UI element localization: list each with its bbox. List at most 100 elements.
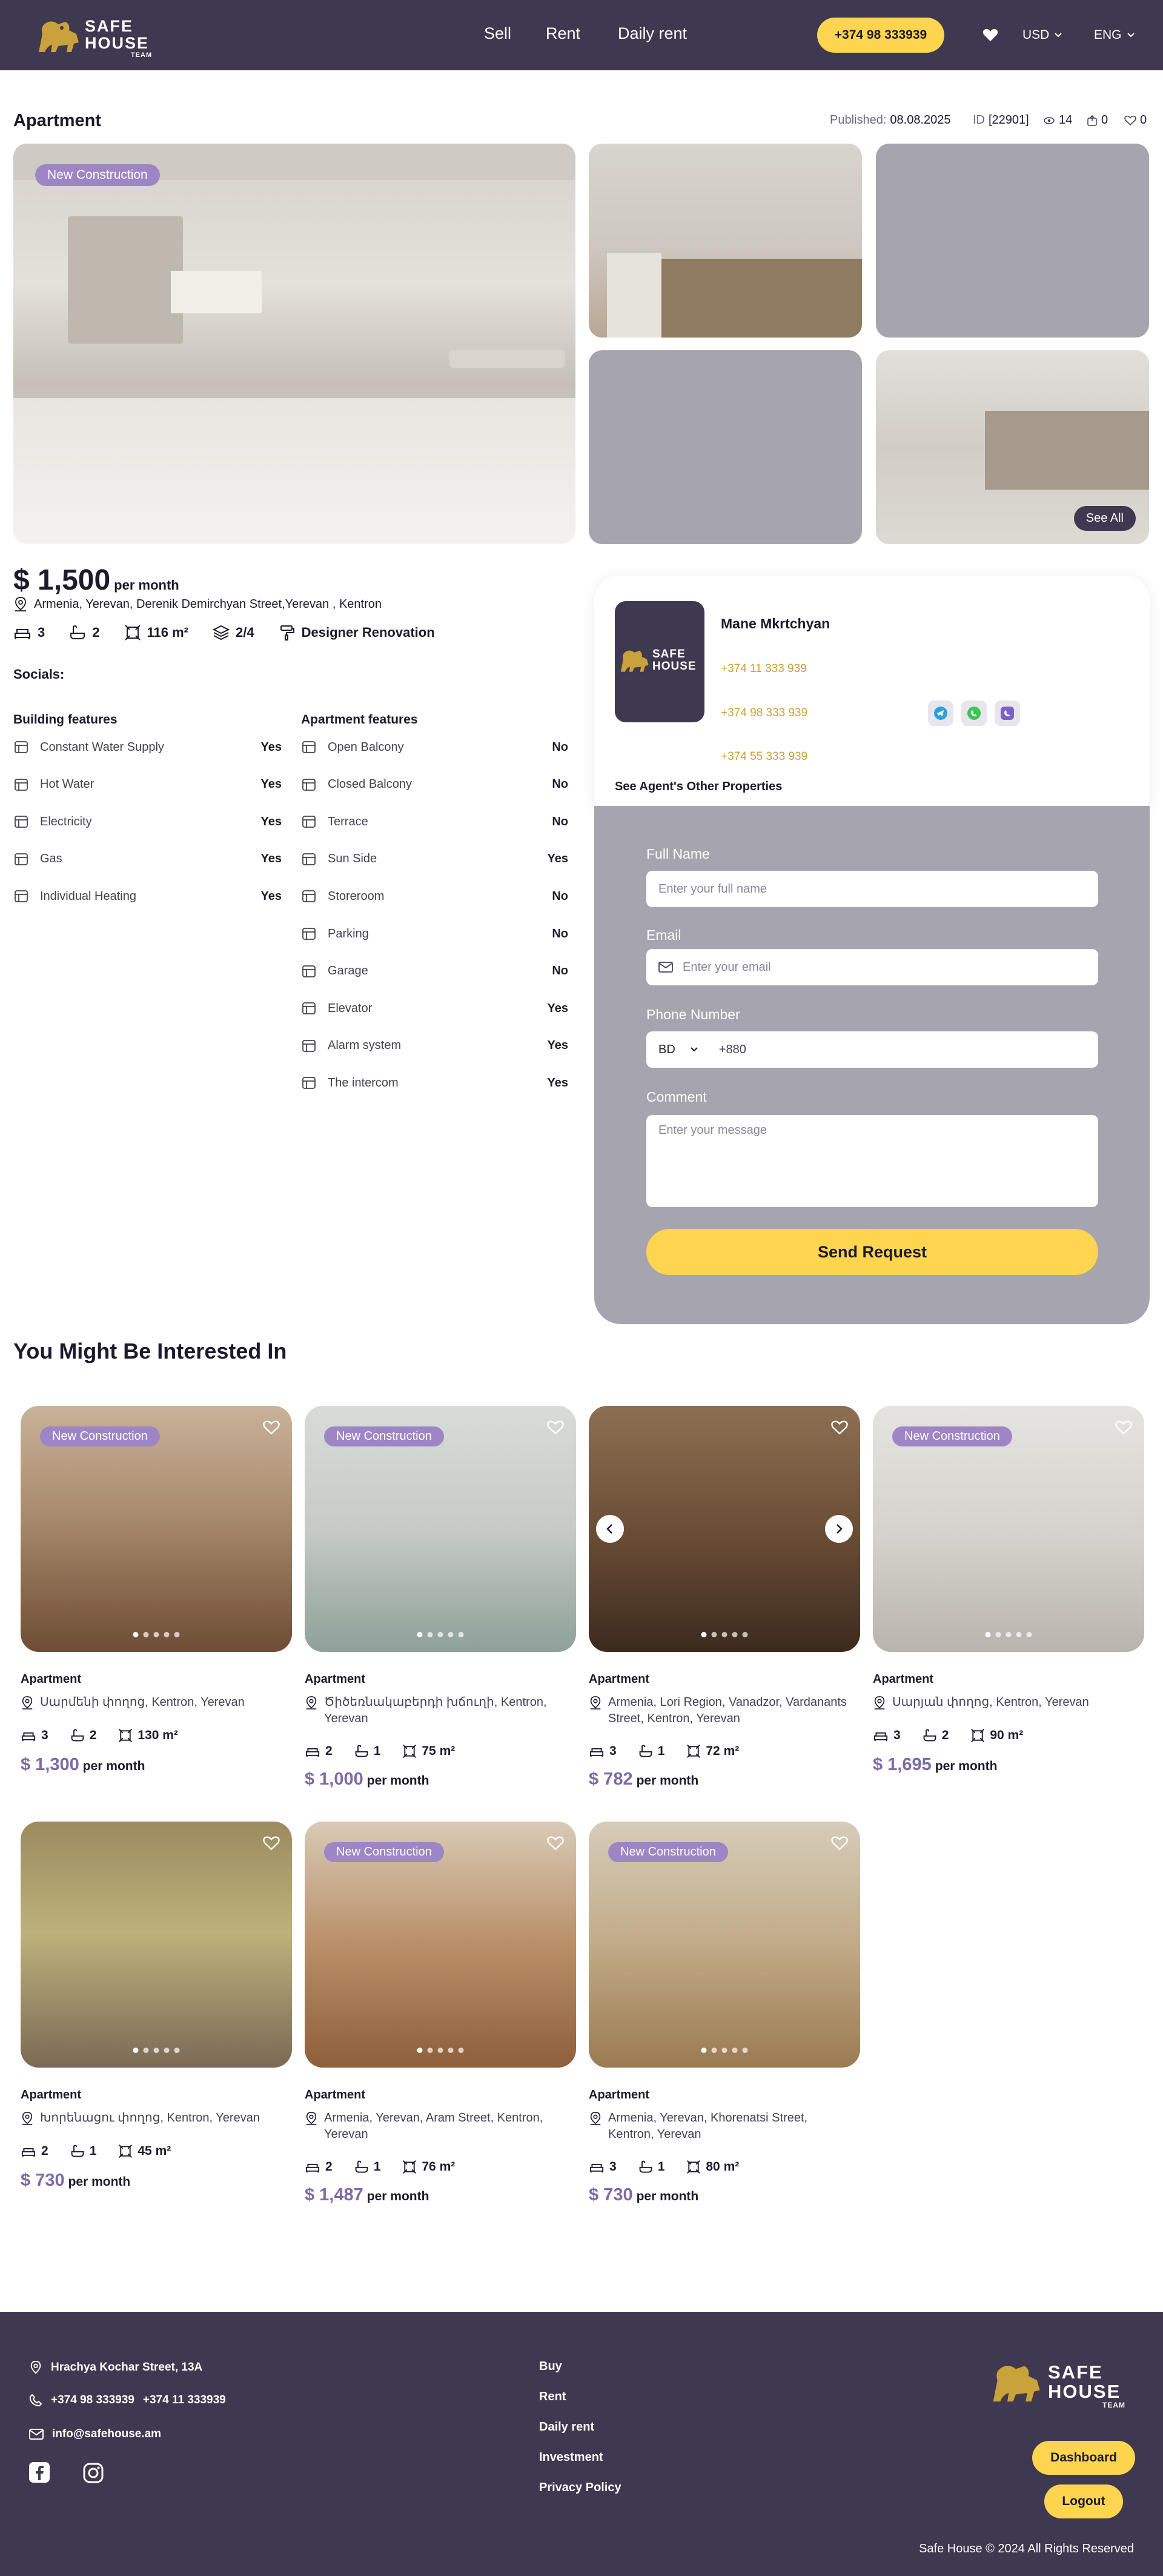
property-card-image[interactable]: New Construction xyxy=(305,1406,576,1652)
email-input[interactable]: Enter your email xyxy=(646,949,1098,985)
facebook-icon[interactable] xyxy=(29,2462,50,2483)
feature-value: Yes xyxy=(260,852,282,866)
card-baths: 1 xyxy=(354,2160,380,2174)
new-construction-badge: New Construction xyxy=(892,1426,1012,1446)
main-photo[interactable]: New Construction xyxy=(13,144,575,544)
footer-link-rent[interactable]: Rent xyxy=(539,2390,566,2404)
card-rooms-value: 3 xyxy=(609,1744,617,1758)
card-rooms-value: 2 xyxy=(325,2160,333,2174)
viber-icon xyxy=(1001,707,1014,720)
likes-count[interactable]: 0 xyxy=(1124,113,1147,127)
property-card-image[interactable]: New Construction xyxy=(305,1822,576,2068)
card-rooms: 3 xyxy=(21,1728,48,1743)
logout-button[interactable]: Logout xyxy=(1044,2484,1123,2518)
floor-value: 2/4 xyxy=(236,625,254,640)
comment-textarea[interactable]: Enter your message xyxy=(646,1115,1098,1207)
agent-phone-1[interactable]: +374 11 333 939 xyxy=(721,662,807,676)
send-request-button[interactable]: Send Request xyxy=(646,1229,1098,1275)
footer-logo-line1: SAFE xyxy=(1048,2361,1103,2383)
views-count: 14 xyxy=(1043,113,1072,127)
bathtub-icon xyxy=(355,2160,368,2173)
terrace-icon xyxy=(301,814,317,830)
card-area: 90 m² xyxy=(970,1728,1023,1743)
favorites-heart-icon[interactable] xyxy=(982,28,998,42)
favorite-heart-icon[interactable] xyxy=(831,1419,848,1436)
agent-phone-3[interactable]: +374 55 333 939 xyxy=(721,750,807,764)
property-address-text: Armenia, Yerevan, Aram Street, Kentron, … xyxy=(324,2111,543,2141)
whatsapp-button[interactable] xyxy=(961,701,987,726)
property-card-image[interactable]: New Construction xyxy=(589,1822,860,2068)
gallery-photo-5[interactable]: See All xyxy=(876,350,1149,544)
carousel-dots[interactable] xyxy=(417,2048,464,2053)
carousel-dots[interactable] xyxy=(985,1632,1032,1637)
gallery-photo-4[interactable] xyxy=(589,350,862,544)
telegram-button[interactable] xyxy=(928,701,953,726)
gallery-photo-2[interactable] xyxy=(589,144,862,338)
carousel-dots[interactable] xyxy=(701,1632,748,1637)
card-baths-value: 2 xyxy=(941,1728,949,1742)
property-card-image[interactable]: New Construction xyxy=(21,1406,292,1652)
footer-link-daily-rent[interactable]: Daily rent xyxy=(539,2420,594,2434)
shares-count[interactable]: 0 xyxy=(1087,113,1108,127)
feature-name: Sun Side xyxy=(328,852,377,866)
feature-row: Hot Water Yes xyxy=(13,777,282,793)
agent-other-properties-link[interactable]: See Agent's Other Properties xyxy=(615,780,782,794)
property-card-image[interactable]: New Construction xyxy=(873,1406,1144,1652)
favorite-heart-icon[interactable] xyxy=(1115,1419,1132,1436)
next-image-button[interactable] xyxy=(825,1515,853,1543)
footer-phone-2[interactable]: +374 11 333939 xyxy=(143,2394,226,2407)
chevron-down-icon[interactable] xyxy=(690,1047,698,1053)
favorite-heart-icon[interactable] xyxy=(263,1419,280,1436)
full-name-label: Full Name xyxy=(646,846,710,862)
viber-button[interactable] xyxy=(995,701,1020,726)
footer-link-privacy[interactable]: Privacy Policy xyxy=(539,2481,621,2495)
card-area-value: 45 m² xyxy=(138,2144,171,2158)
card-rooms-value: 2 xyxy=(325,1744,333,1758)
prev-image-button[interactable] xyxy=(596,1515,624,1543)
favorite-heart-icon[interactable] xyxy=(547,1835,564,1852)
feature-value: Yes xyxy=(547,852,568,866)
nav-daily-rent[interactable]: Daily rent xyxy=(618,24,687,43)
logo-line3: TEAM xyxy=(131,52,153,59)
gallery-photo-3[interactable] xyxy=(876,144,1149,338)
nav-sell[interactable]: Sell xyxy=(484,24,511,43)
location-pin-icon xyxy=(306,1696,317,1709)
footer-phone-1[interactable]: +374 98 333939 xyxy=(51,2394,134,2407)
favorite-heart-icon[interactable] xyxy=(547,1419,564,1436)
agent-phone-2[interactable]: +374 98 333 939 xyxy=(721,707,807,720)
full-name-input[interactable]: Enter your full name xyxy=(646,871,1098,907)
phone-input[interactable]: BD +880 xyxy=(646,1031,1098,1068)
address-text: Armenia, Yerevan, Derenik Demirchyan Str… xyxy=(34,597,382,611)
header-phone-button[interactable]: +374 98 333939 xyxy=(817,18,944,53)
footer-email-text[interactable]: info@safehouse.am xyxy=(52,2428,161,2441)
footer-logo[interactable]: SAFE HOUSE TEAM xyxy=(987,2359,1138,2410)
instagram-icon[interactable] xyxy=(82,2462,104,2484)
country-code-select[interactable]: BD xyxy=(658,1043,675,1057)
card-rooms-value: 3 xyxy=(893,1728,901,1742)
dashboard-button[interactable]: Dashboard xyxy=(1032,2441,1135,2475)
favorite-heart-icon[interactable] xyxy=(263,1835,280,1852)
published-info: Published: 08.08.2025 xyxy=(830,113,951,127)
safe-house-logo[interactable]: SAFE HOUSE TEAM xyxy=(34,16,164,59)
nav-rent[interactable]: Rent xyxy=(546,24,580,43)
property-card-image[interactable] xyxy=(21,1822,292,2068)
see-all-button[interactable]: See All xyxy=(1073,506,1136,531)
sun-icon xyxy=(301,851,317,867)
property-specs: 2 1 76 m² xyxy=(305,2160,455,2174)
language-select[interactable]: ENG xyxy=(1094,28,1135,42)
paint-roller-icon xyxy=(280,625,294,641)
carousel-dots[interactable] xyxy=(417,1632,464,1637)
carousel-dots[interactable] xyxy=(701,2048,748,2053)
location-pin-icon xyxy=(15,597,26,611)
carousel-dots[interactable] xyxy=(133,2048,180,2053)
property-price: $ 782 per month xyxy=(589,1769,698,1789)
parking-icon xyxy=(301,926,317,942)
carousel-dots[interactable] xyxy=(133,1632,180,1637)
footer-link-investment[interactable]: Investment xyxy=(539,2451,603,2465)
favorite-heart-icon[interactable] xyxy=(831,1835,848,1852)
footer-link-buy[interactable]: Buy xyxy=(539,2360,562,2374)
property-card-image[interactable] xyxy=(589,1406,860,1652)
property-specs: 3 2 130 m² xyxy=(21,1728,178,1743)
bathtub-icon xyxy=(639,1745,652,1757)
currency-select[interactable]: USD xyxy=(1022,28,1062,42)
